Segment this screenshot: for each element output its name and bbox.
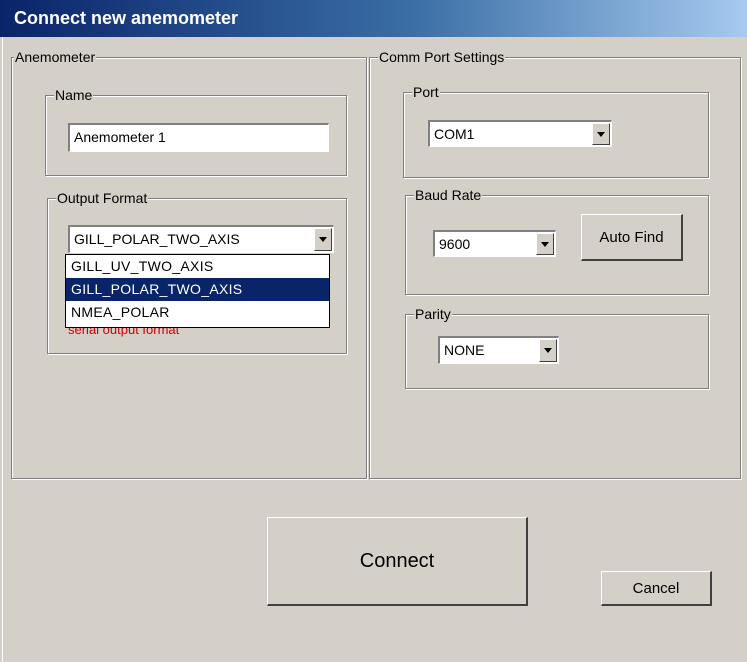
connect-button-label: Connect: [359, 549, 435, 572]
chevron-down-icon[interactable]: [539, 339, 557, 362]
baud-rate-select[interactable]: 9600: [433, 230, 556, 257]
connect-button[interactable]: Connect: [267, 517, 528, 606]
parity-group: Parity NONE: [405, 305, 709, 389]
auto-find-button[interactable]: Auto Find: [581, 214, 683, 261]
window-title: Connect new anemometer: [14, 8, 239, 28]
output-format-dropdown-list[interactable]: GILL_UV_TWO_AXIS GILL_POLAR_TWO_AXIS NME…: [65, 254, 330, 328]
chevron-down-icon[interactable]: [536, 233, 554, 255]
window-title-bar[interactable]: Connect new anemometer: [0, 0, 747, 37]
port-label: Port: [412, 83, 440, 101]
parity-value: NONE: [444, 342, 485, 358]
cancel-button[interactable]: Cancel: [601, 571, 712, 606]
cancel-button-label: Cancel: [632, 579, 680, 597]
comm-port-group: Comm Port Settings Port COM1 Baud Rate 9…: [369, 48, 741, 479]
auto-find-button-label: Auto Find: [599, 228, 664, 246]
baud-rate-label: Baud Rate: [414, 186, 483, 204]
output-format-option-selected[interactable]: GILL_POLAR_TWO_AXIS: [66, 278, 329, 301]
output-format-option[interactable]: GILL_UV_TWO_AXIS: [66, 255, 329, 278]
baud-rate-value: 9600: [439, 236, 471, 252]
parity-label: Parity: [414, 305, 452, 323]
parity-select[interactable]: NONE: [438, 336, 559, 364]
baud-rate-group: Baud Rate 9600 Auto Find: [405, 186, 709, 295]
port-select[interactable]: COM1: [428, 120, 612, 147]
chevron-down-icon[interactable]: [592, 123, 610, 145]
port-value: COM1: [434, 126, 475, 142]
dialog-body: Anemometer Name Anemometer 1 Output Form…: [2, 37, 747, 662]
comm-port-group-label: Comm Port Settings: [378, 48, 506, 66]
port-group: Port COM1: [403, 83, 709, 178]
output-format-option[interactable]: NMEA_POLAR: [66, 301, 329, 324]
